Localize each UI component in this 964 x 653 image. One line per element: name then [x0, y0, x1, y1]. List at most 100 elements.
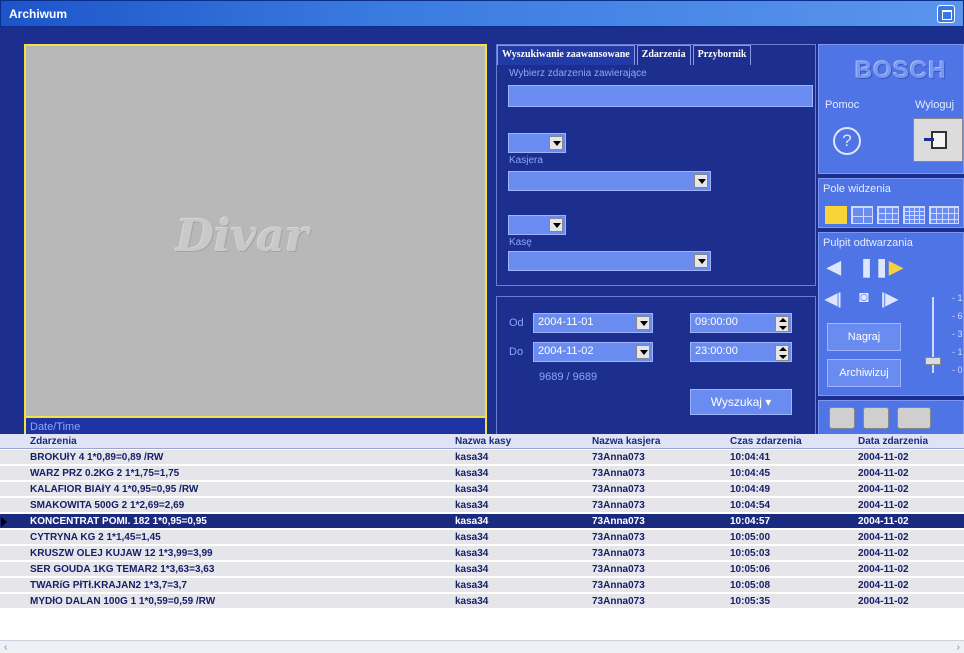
help-icon[interactable]: ? — [833, 127, 861, 155]
spinner-icon[interactable] — [775, 345, 789, 361]
logout-button[interactable] — [913, 118, 963, 162]
column-header[interactable]: Nazwa kasy — [455, 436, 511, 447]
rewind-icon[interactable]: ◀ — [827, 257, 841, 278]
tools-box — [818, 400, 964, 436]
table-cell: MYDłO DALAN 100G 1 1*0,59=0,59 /RW — [30, 596, 216, 607]
cashier-operator-select[interactable] — [508, 133, 566, 153]
table-cell: SMAKOWITA 500G 2 1*2,69=2,69 — [30, 500, 185, 511]
scroll-left-icon[interactable]: ‹ — [4, 642, 7, 653]
to-time-spinner[interactable]: 23:00:00 — [690, 342, 792, 362]
table-cell: 2004-11-02 — [858, 468, 909, 479]
export-tool-icon[interactable] — [829, 407, 855, 429]
maximize-button[interactable] — [937, 5, 955, 23]
speed-slider-thumb[interactable] — [925, 357, 941, 365]
table-row[interactable]: WARZ PRZ 0.2KG 2 1*1,75=1,75 kasa34 73Anna… — [0, 466, 964, 481]
logout-label: Wyloguj — [915, 99, 955, 111]
table-cell: 10:05:00 — [730, 532, 771, 543]
eraser-tool-icon[interactable] — [863, 407, 889, 429]
play-icon[interactable]: ▶ — [889, 257, 903, 278]
table-cell: 73Anna073 — [592, 468, 645, 479]
table-cell: kasa34 — [455, 452, 489, 463]
spinner-icon[interactable] — [775, 316, 789, 332]
date-range-panel: Od 2004-11-01 09:00:00 Do 2004-11-02 23:… — [496, 296, 816, 436]
search-tabs: Wyszukiwanie zaawansowane Zdarzenia Przy… — [497, 45, 753, 65]
chevron-down-icon — [636, 345, 650, 359]
scroll-right-icon[interactable]: › — [957, 642, 960, 653]
table-cell: kasa34 — [455, 564, 489, 575]
table-cell: 10:04:41 — [730, 452, 771, 463]
speed-tick: - 1 — [952, 347, 963, 357]
table-cell: 10:04:54 — [730, 500, 771, 511]
table-row[interactable]: KALAFIOR BIAłY 4 1*0,95=0,95 /RW kasa34 73… — [0, 482, 964, 497]
horizontal-scrollbar[interactable]: ‹ › — [0, 640, 964, 653]
from-time-spinner[interactable]: 09:00:00 — [690, 313, 792, 333]
window-title: Archiwum — [9, 7, 68, 21]
column-header[interactable]: Zdarzenia — [30, 436, 77, 447]
table-cell: 10:05:08 — [730, 580, 771, 591]
to-date-value: 2004-11-02 — [538, 345, 594, 357]
fov-sixteen-icon[interactable] — [903, 206, 925, 224]
fov-single-icon[interactable] — [825, 206, 847, 224]
table-cell: 73Anna073 — [592, 548, 645, 559]
table-cell: kasa34 — [455, 532, 489, 543]
events-input[interactable] — [508, 85, 813, 107]
table-cell: 73Anna073 — [592, 516, 645, 527]
step-back-icon[interactable]: ◀| — [825, 289, 842, 309]
tab-events[interactable]: Zdarzenia — [636, 45, 691, 65]
snapshot-icon[interactable]: ◙ — [859, 289, 869, 307]
datetime-bar: Date/Time — [26, 416, 485, 434]
table-cell: 2004-11-02 — [858, 532, 909, 543]
table-cell: 10:05:35 — [730, 596, 771, 607]
table-cell: kasa34 — [455, 516, 489, 527]
pause-icon[interactable]: ❚❚ — [859, 257, 889, 278]
table-cell: 10:05:03 — [730, 548, 771, 559]
archive-button[interactable]: Archiwizuj — [827, 359, 901, 387]
column-header[interactable]: Czas zdarzenia — [730, 436, 802, 447]
table-cell: 73Anna073 — [592, 564, 645, 575]
table-header: Zdarzenia Nazwa kasy Nazwa kasjera Czas … — [0, 434, 964, 449]
to-date-select[interactable]: 2004-11-02 — [533, 342, 653, 362]
fov-more-icon[interactable] — [929, 206, 959, 224]
table-cell: 73Anna073 — [592, 580, 645, 591]
from-date-select[interactable]: 2004-11-01 — [533, 313, 653, 333]
account-box: BOSCH Pomoc Wyloguj ? — [818, 44, 964, 174]
table-cell: 2004-11-02 — [858, 484, 909, 495]
table-row[interactable]: SMAKOWITA 500G 2 1*2,69=2,69 kasa34 73Anna… — [0, 498, 964, 513]
table-cell: 2004-11-02 — [858, 516, 909, 527]
fov-nine-icon[interactable] — [877, 206, 899, 224]
video-preview: Divar Date/Time — [24, 44, 487, 436]
field-of-view-box: Pole widzenia — [818, 178, 964, 228]
table-row[interactable]: KONCENTRAT POMI. 182 1*0,95=0,95 kasa34 73… — [0, 514, 964, 529]
table-cell: KONCENTRAT POMI. 182 1*0,95=0,95 — [30, 516, 207, 527]
register-select[interactable] — [508, 251, 711, 271]
record-button[interactable]: Nagraj — [827, 323, 901, 351]
table-cell: 2004-11-02 — [858, 452, 909, 463]
result-count: 9689 / 9689 — [539, 371, 598, 383]
help-label: Pomoc — [825, 99, 860, 111]
tab-advanced-search[interactable]: Wyszukiwanie zaawansowane — [497, 45, 635, 65]
table-row[interactable]: SER GOUDA 1KG TEMAR2 1*3,63=3,63 kasa34 73… — [0, 562, 964, 577]
table-cell: 2004-11-02 — [858, 500, 909, 511]
logout-icon — [924, 131, 947, 149]
events-label: Wybierz zdarzenia zawierające — [509, 68, 647, 79]
step-forward-icon[interactable]: |▶ — [881, 289, 898, 309]
table-row[interactable]: BROKUłY 4 1*0,89=0,89 /RW kasa34 73Anna073… — [0, 450, 964, 465]
table-row[interactable]: CYTRYNA KG 2 1*1,45=1,45 kasa34 73Anna073 1… — [0, 530, 964, 545]
register-operator-select[interactable] — [508, 215, 566, 235]
tab-toolbox[interactable]: Przybornik — [692, 45, 752, 65]
column-header[interactable]: Data zdarzenia — [858, 436, 928, 447]
fov-quad-icon[interactable] — [851, 206, 873, 224]
table-cell: 73Anna073 — [592, 484, 645, 495]
pen-tool-icon[interactable] — [897, 407, 931, 429]
events-table: Zdarzenia Nazwa kasy Nazwa kasjera Czas … — [0, 434, 964, 638]
table-row[interactable]: KRUSZW OLEJ KUJAW 12 1*3,99=3,99 kasa34 73… — [0, 546, 964, 561]
table-cell: 10:04:57 — [730, 516, 771, 527]
table-row[interactable]: TWARíG PłTł.KRAJAN2 1*3,7=3,7 kasa34 73Ann… — [0, 578, 964, 593]
search-button[interactable]: Wyszukaj ▾ — [690, 389, 792, 415]
table-row[interactable]: MYDłO DALAN 100G 1 1*0,59=0,59 /RW kasa34… — [0, 594, 964, 609]
bosch-logo: BOSCH — [855, 57, 947, 84]
table-cell: 10:04:45 — [730, 468, 771, 479]
column-header[interactable]: Nazwa kasjera — [592, 436, 660, 447]
cashier-select[interactable] — [508, 171, 711, 191]
chevron-down-icon — [549, 218, 563, 232]
